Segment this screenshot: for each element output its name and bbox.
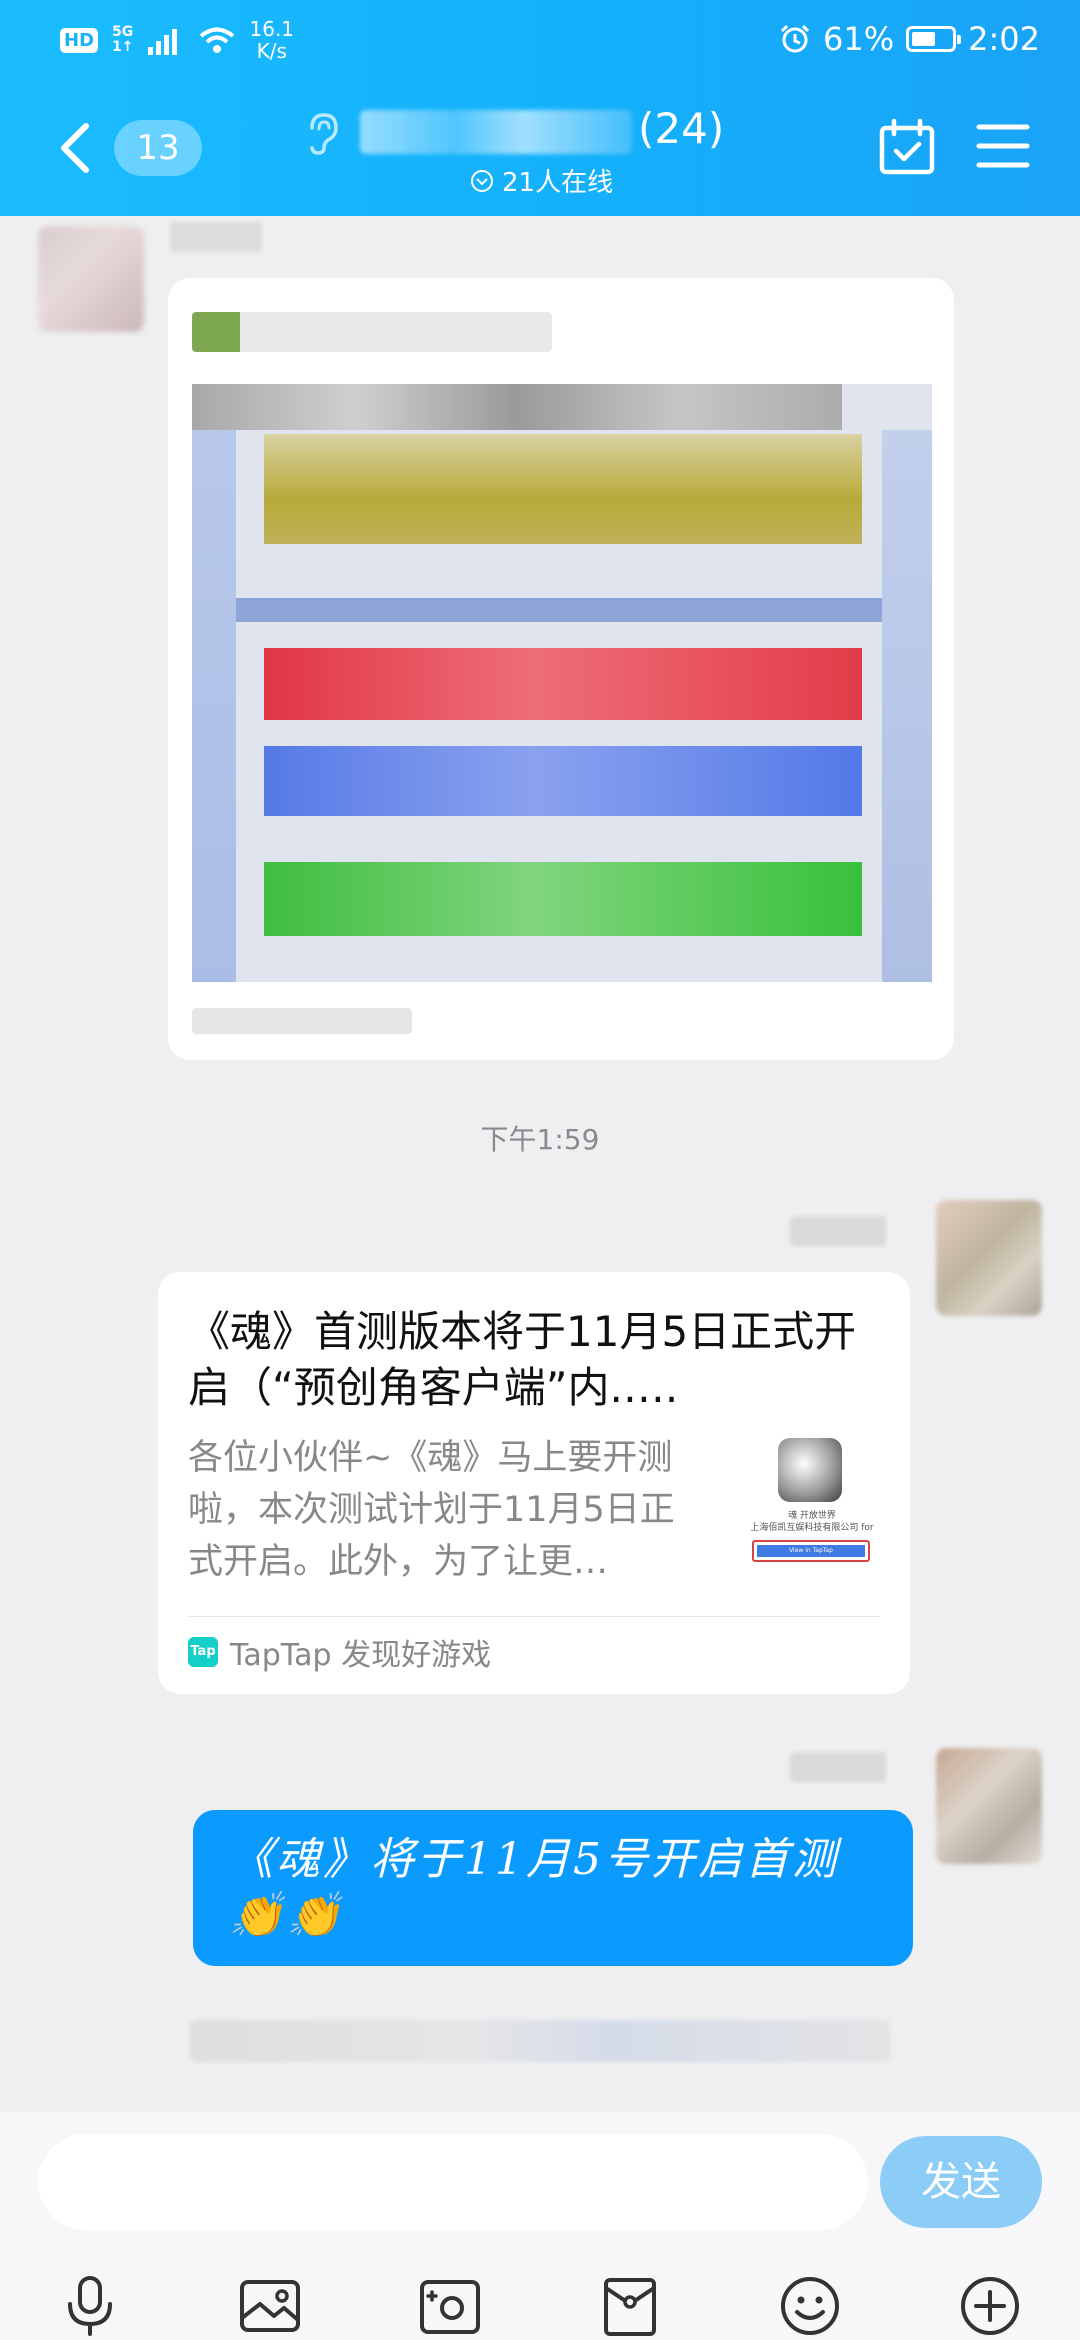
image-footer-redacted bbox=[192, 1008, 412, 1034]
sender-name-redacted bbox=[790, 1752, 886, 1782]
unread-count-badge[interactable]: 13 bbox=[114, 120, 202, 176]
image-band-yellow bbox=[264, 434, 862, 544]
image-header-redacted bbox=[192, 312, 552, 352]
menu-icon[interactable] bbox=[976, 122, 1030, 170]
image-side-left bbox=[192, 430, 236, 982]
calendar-check-icon[interactable] bbox=[878, 118, 936, 176]
hd-badge: HD bbox=[60, 27, 99, 53]
status-left: HD 5G 1↑ 16.1 K/s bbox=[60, 18, 294, 62]
signal-icon bbox=[147, 29, 177, 55]
text-message-bubble[interactable]: 《魂》将于11月5号开启首测👏👏 bbox=[193, 1810, 913, 1966]
sender-name-redacted bbox=[170, 222, 262, 252]
taptap-icon: Tap bbox=[188, 1637, 218, 1667]
online-count: 21人在线 bbox=[502, 168, 614, 198]
link-description: 各位小伙伴~《魂》马上要开测啦，本次测试计划于11月5日正式开启。此外，为了让更… bbox=[188, 1438, 675, 1582]
red-packet-icon[interactable] bbox=[598, 2274, 662, 2338]
clock: 2:02 bbox=[968, 20, 1040, 58]
network-type: 5G 1↑ bbox=[112, 25, 133, 55]
chevron-down-circle-icon bbox=[471, 169, 493, 192]
network-arrow-label: 1↑ bbox=[112, 39, 134, 55]
link-share-card[interactable]: 《魂》首测版本将于11月5日正式开启（“预创角客户端”内.…. 各位小伙伴~《魂… bbox=[158, 1272, 910, 1694]
avatar[interactable] bbox=[936, 1748, 1042, 1864]
link-source: Tap TapTap 发现好游戏 bbox=[188, 1630, 491, 1674]
link-source-label: TapTap 发现好游戏 bbox=[230, 1638, 492, 1673]
wifi-icon bbox=[199, 27, 234, 53]
thumb-button-frame: View in TapTap bbox=[752, 1540, 870, 1562]
message-timestamp: 下午1:59 bbox=[480, 1123, 600, 1156]
chat-header: HD 5G 1↑ 16.1 K/s 61% 2:02 13 (24) 21人在线 bbox=[0, 0, 1080, 216]
status-bar: HD 5G 1↑ 16.1 K/s 61% 2:02 bbox=[0, 0, 1080, 80]
battery-percent: 61% bbox=[823, 20, 895, 58]
image-band-green bbox=[264, 862, 862, 936]
camera-icon[interactable] bbox=[418, 2274, 482, 2338]
image-message[interactable] bbox=[168, 278, 954, 1060]
image-band-gray bbox=[192, 384, 842, 430]
microphone-icon[interactable] bbox=[58, 2274, 122, 2338]
battery-icon bbox=[906, 26, 962, 52]
group-member-count: (24) bbox=[638, 104, 725, 153]
photo-icon[interactable] bbox=[238, 2274, 302, 2338]
game-logo-image bbox=[778, 1438, 842, 1502]
online-status[interactable]: 21人在线 bbox=[470, 162, 613, 199]
image-band-blue-rule bbox=[216, 598, 916, 622]
back-arrow-icon[interactable] bbox=[52, 120, 102, 176]
message-input[interactable] bbox=[38, 2134, 868, 2230]
battery-fill bbox=[912, 32, 936, 46]
screenshot-image bbox=[192, 384, 932, 982]
plus-icon[interactable] bbox=[958, 2274, 1022, 2338]
speed-unit: K/s bbox=[256, 39, 287, 63]
message-text: 《魂》将于11月5号开启首测👏👏 bbox=[229, 1834, 839, 1941]
group-name-redacted bbox=[360, 110, 632, 154]
image-side-right bbox=[882, 430, 932, 982]
ear-icon[interactable] bbox=[302, 112, 342, 156]
emoji-icon[interactable] bbox=[778, 2274, 842, 2338]
send-button[interactable]: 发送 bbox=[880, 2136, 1042, 2228]
sender-name-redacted bbox=[790, 1216, 886, 1246]
group-title[interactable]: (24) bbox=[360, 104, 724, 160]
thumb-publisher: 上海佰凯互娱科技有限公司 for bbox=[750, 1523, 874, 1533]
input-bar: 发送 bbox=[0, 2112, 1080, 2340]
link-divider bbox=[188, 1616, 880, 1617]
link-title: 《魂》首测版本将于11月5日正式开启（“预创角客户端”内.…. bbox=[188, 1307, 857, 1412]
network-speed: 16.1 K/s bbox=[250, 18, 295, 62]
avatar[interactable] bbox=[936, 1200, 1042, 1316]
avatar[interactable] bbox=[38, 226, 144, 332]
thumb-button: View in TapTap bbox=[757, 1545, 865, 1557]
speed-value: 16.1 bbox=[249, 17, 295, 41]
link-thumbnail: 魂 开放世界 上海佰凯互娱科技有限公司 for View in TapTap bbox=[742, 1438, 882, 1578]
alarm-icon bbox=[780, 24, 810, 53]
image-band-red bbox=[264, 648, 862, 720]
image-band-blue bbox=[264, 746, 862, 816]
next-message-redacted bbox=[190, 2020, 890, 2062]
status-right: 61% 2:02 bbox=[779, 20, 1040, 58]
input-toolbar bbox=[0, 2274, 1080, 2336]
network-5g-label: 5G bbox=[112, 24, 134, 40]
